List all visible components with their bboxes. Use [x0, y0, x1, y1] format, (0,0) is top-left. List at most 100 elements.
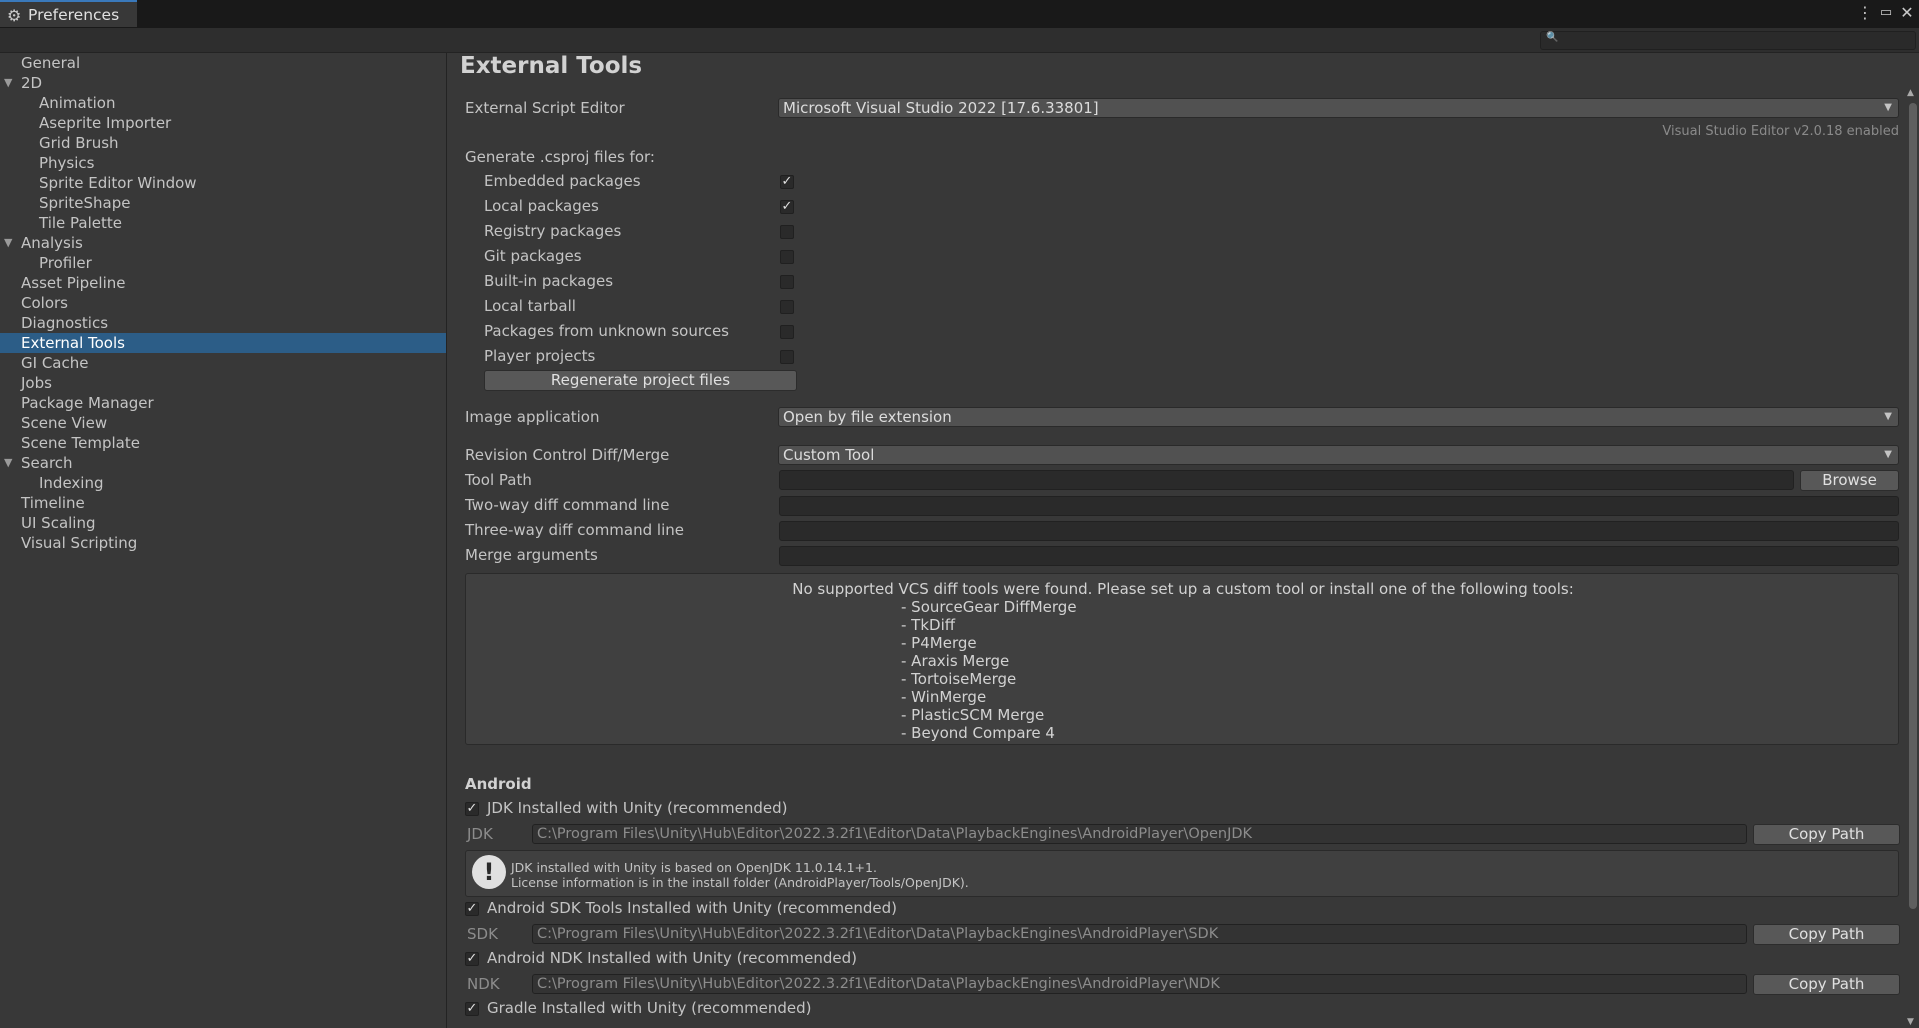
- two-way-diff-label: Two-way diff command line: [465, 496, 670, 514]
- image-application-label: Image application: [465, 408, 600, 426]
- csproj-label: Generate .csproj files for:: [465, 148, 655, 166]
- sidebar-item-label: Aseprite Importer: [39, 114, 172, 132]
- sidebar-item-label: Visual Scripting: [21, 534, 138, 552]
- gradle-checkbox[interactable]: ✓: [465, 1002, 479, 1016]
- sidebar-item-label: Scene Template: [21, 434, 140, 452]
- regenerate-project-files-button[interactable]: Regenerate project files: [484, 370, 797, 391]
- tab-title: Preferences: [28, 6, 120, 24]
- sidebar-item-physics[interactable]: Physics: [0, 153, 446, 173]
- vcs-tool-item: - SourceGear DiffMerge: [901, 598, 1077, 616]
- browse-button[interactable]: Browse: [1800, 470, 1899, 491]
- image-application-value: Open by file extension: [783, 408, 952, 426]
- sdk-copy-path-button[interactable]: Copy Path: [1753, 924, 1900, 945]
- ndk-copy-path-button[interactable]: Copy Path: [1753, 974, 1900, 995]
- csproj-option-label: Embedded packages: [484, 172, 641, 190]
- sidebar-item-gi-cache[interactable]: GI Cache: [0, 353, 446, 373]
- chevron-down-icon: ▼: [1884, 102, 1892, 113]
- jdk-label: JDK: [467, 825, 493, 843]
- scroll-up-icon[interactable]: ▲: [1907, 88, 1914, 98]
- maximize-icon[interactable]: ▭: [1876, 5, 1896, 20]
- jdk-info-line-2: License information is in the install fo…: [511, 875, 969, 890]
- sidebar-item-label: General: [21, 54, 81, 72]
- sidebar-item-grid-brush[interactable]: Grid Brush: [0, 133, 446, 153]
- two-way-diff-field[interactable]: [779, 496, 1899, 516]
- image-application-dropdown[interactable]: Open by file extension ▼: [778, 407, 1899, 427]
- sidebar-item-diagnostics[interactable]: Diagnostics: [0, 313, 446, 333]
- vcs-help-box: No supported VCS diff tools were found. …: [465, 573, 1899, 745]
- sidebar-item-label: External Tools: [21, 334, 125, 352]
- foldout-arrow-icon[interactable]: ▼: [4, 233, 12, 253]
- csproj-option-checkbox[interactable]: [780, 225, 794, 239]
- ndk-toggle-label: Android NDK Installed with Unity (recomm…: [487, 949, 858, 967]
- three-way-diff-field[interactable]: [779, 521, 1899, 541]
- csproj-option-checkbox[interactable]: [780, 325, 794, 339]
- foldout-arrow-icon[interactable]: ▼: [4, 453, 12, 473]
- merge-arguments-field[interactable]: [779, 546, 1899, 566]
- gradle-toggle-label: Gradle Installed with Unity (recommended…: [487, 999, 812, 1017]
- csproj-option-checkbox[interactable]: [780, 300, 794, 314]
- jdk-path-field: C:\Program Files\Unity\Hub\Editor\2022.3…: [532, 824, 1747, 844]
- sidebar-item-tile-palette[interactable]: Tile Palette: [0, 213, 446, 233]
- chevron-down-icon: ▼: [1884, 449, 1892, 460]
- vcs-tool-item: - P4Merge: [901, 634, 977, 652]
- sidebar-item-label: Diagnostics: [21, 314, 109, 332]
- vcs-tool-item: - PlasticSCM Merge: [901, 706, 1045, 724]
- scroll-down-icon[interactable]: ▼: [1907, 1017, 1914, 1027]
- csproj-option-checkbox[interactable]: [780, 250, 794, 264]
- sidebar-item-search[interactable]: ▼ Search: [0, 453, 446, 473]
- info-icon: !: [472, 855, 506, 889]
- sidebar-item-timeline[interactable]: Timeline: [0, 493, 446, 513]
- tool-path-label: Tool Path: [465, 471, 532, 489]
- sidebar-item-label: Timeline: [21, 494, 85, 512]
- sidebar-item-label: UI Scaling: [21, 514, 96, 532]
- sidebar-item-label: Search: [21, 454, 73, 472]
- csproj-option-checkbox[interactable]: ✓: [780, 200, 794, 214]
- revision-control-dropdown[interactable]: Custom Tool ▼: [778, 445, 1899, 465]
- sidebar-item-aseprite-importer[interactable]: Aseprite Importer: [0, 113, 446, 133]
- sidebar-item-general[interactable]: General: [0, 53, 446, 73]
- sidebar-item-scene-view[interactable]: Scene View: [0, 413, 446, 433]
- sidebar-item-spriteshape[interactable]: SpriteShape: [0, 193, 446, 213]
- sidebar-item-scene-template[interactable]: Scene Template: [0, 433, 446, 453]
- more-options-icon[interactable]: ⋮: [1855, 3, 1875, 22]
- title-bar: [0, 0, 1919, 28]
- tool-path-field[interactable]: [779, 470, 1794, 490]
- sidebar-item-colors[interactable]: Colors: [0, 293, 446, 313]
- ndk-path-field: C:\Program Files\Unity\Hub\Editor\2022.3…: [532, 974, 1747, 994]
- sidebar-item-package-manager[interactable]: Package Manager: [0, 393, 446, 413]
- csproj-option-checkbox[interactable]: [780, 350, 794, 364]
- sidebar-item-ui-scaling[interactable]: UI Scaling: [0, 513, 446, 533]
- sidebar-item-analysis[interactable]: ▼ Analysis: [0, 233, 446, 253]
- sidebar-item-label: Tile Palette: [39, 214, 122, 232]
- sidebar-item-asset-pipeline[interactable]: Asset Pipeline: [0, 273, 446, 293]
- sidebar-item-label: SpriteShape: [39, 194, 131, 212]
- chevron-down-icon: ▼: [1884, 411, 1892, 422]
- sidebar-item-2d[interactable]: ▼ 2D: [0, 73, 446, 93]
- sidebar-item-visual-scripting[interactable]: Visual Scripting: [0, 533, 446, 553]
- sidebar-item-indexing[interactable]: Indexing: [0, 473, 446, 493]
- sidebar-item-animation[interactable]: Animation: [0, 93, 446, 113]
- sidebar: General ▼ 2D Animation Aseprite Importer Grid…: [0, 53, 446, 1028]
- sidebar-item-label: Physics: [39, 154, 95, 172]
- script-editor-dropdown[interactable]: Microsoft Visual Studio 2022 [17.6.33801…: [778, 98, 1899, 118]
- sdk-checkbox[interactable]: ✓: [465, 902, 479, 916]
- sidebar-item-profiler[interactable]: Profiler: [0, 253, 446, 273]
- sidebar-item-external-tools[interactable]: External Tools: [0, 333, 446, 353]
- vcs-help-heading: No supported VCS diff tools were found. …: [792, 580, 1574, 598]
- jdk-checkbox[interactable]: ✓: [465, 802, 479, 816]
- close-icon[interactable]: ✕: [1897, 3, 1917, 22]
- foldout-arrow-icon[interactable]: ▼: [4, 73, 12, 93]
- search-input[interactable]: 🔍: [1540, 31, 1916, 50]
- tab-preferences[interactable]: ⚙ Preferences: [0, 0, 137, 27]
- jdk-copy-path-button[interactable]: Copy Path: [1753, 824, 1900, 845]
- csproj-option-checkbox[interactable]: [780, 275, 794, 289]
- ndk-checkbox[interactable]: ✓: [465, 952, 479, 966]
- ndk-label: NDK: [467, 975, 500, 993]
- search-icon: 🔍: [1546, 32, 1559, 43]
- csproj-option-checkbox[interactable]: ✓: [780, 175, 794, 189]
- sidebar-item-jobs[interactable]: Jobs: [0, 373, 446, 393]
- scrollbar-thumb[interactable]: [1909, 103, 1917, 909]
- sidebar-item-sprite-editor-window[interactable]: Sprite Editor Window: [0, 173, 446, 193]
- sidebar-item-label: Profiler: [39, 254, 92, 272]
- sidebar-item-label: Sprite Editor Window: [39, 174, 197, 192]
